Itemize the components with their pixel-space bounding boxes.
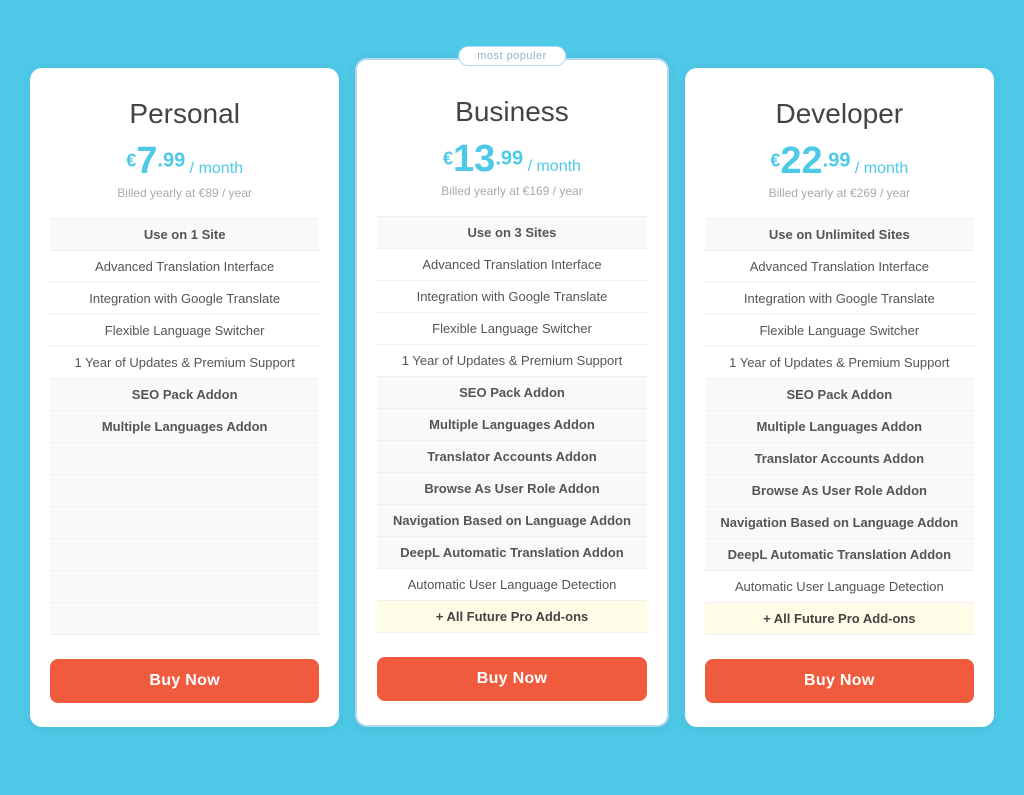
feature-item: Integration with Google Translate (705, 283, 974, 315)
buy-button-personal[interactable]: Buy Now (50, 659, 319, 703)
feature-item: SEO Pack Addon (705, 379, 974, 411)
price-period: / month (185, 160, 243, 177)
price-decimal: .99 (157, 150, 185, 172)
feature-item: Automatic User Language Detection (705, 571, 974, 603)
feature-item: Translator Accounts Addon (705, 443, 974, 475)
feature-item: Browse As User Role Addon (377, 473, 646, 505)
feature-item: Advanced Translation Interface (705, 251, 974, 283)
feature-item: Flexible Language Switcher (705, 315, 974, 347)
features-list-developer: Use on Unlimited SitesAdvanced Translati… (705, 218, 974, 635)
feature-item: Advanced Translation Interface (50, 251, 319, 283)
price-decimal: .99 (823, 150, 851, 172)
price-currency: € (443, 149, 453, 169)
plan-title-personal: Personal (50, 98, 319, 130)
feature-item: Navigation Based on Language Addon (705, 507, 974, 539)
feature-item: DeepL Automatic Translation Addon (377, 537, 646, 569)
billed-yearly-developer: Billed yearly at €269 / year (705, 186, 974, 200)
plan-title-business: Business (377, 96, 646, 128)
feature-item: 1 Year of Updates & Premium Support (377, 345, 646, 377)
feature-item: 1 Year of Updates & Premium Support (705, 347, 974, 379)
buy-button-developer[interactable]: Buy Now (705, 659, 974, 703)
features-list-business: Use on 3 SitesAdvanced Translation Inter… (377, 216, 646, 633)
feature-item (50, 443, 319, 475)
feature-item (50, 603, 319, 635)
billed-yearly-business: Billed yearly at €169 / year (377, 184, 646, 198)
pricing-card-developer: Developer €22.99 / month Billed yearly at … (685, 68, 994, 727)
feature-item: Flexible Language Switcher (50, 315, 319, 347)
feature-item: 1 Year of Updates & Premium Support (50, 347, 319, 379)
price-main: 7 (136, 140, 157, 182)
pricing-container: Personal€7.99 / monthBilled yearly at €8… (22, 68, 1002, 727)
feature-item (50, 507, 319, 539)
feature-item (50, 571, 319, 603)
feature-item (50, 539, 319, 571)
feature-item: Multiple Languages Addon (377, 409, 646, 441)
price-row-personal: €7.99 / month (50, 142, 319, 180)
feature-item: Integration with Google Translate (377, 281, 646, 313)
feature-item: Integration with Google Translate (50, 283, 319, 315)
price-period: / month (850, 160, 908, 177)
price-period: / month (523, 158, 581, 175)
pricing-card-personal: Personal €7.99 / month Billed yearly at €8… (30, 68, 339, 727)
feature-item: SEO Pack Addon (377, 377, 646, 409)
feature-item: Navigation Based on Language Addon (377, 505, 646, 537)
features-list-personal: Use on 1 SiteAdvanced Translation Interf… (50, 218, 319, 635)
buy-button-business[interactable]: Buy Now (377, 657, 646, 701)
feature-item: SEO Pack Addon (50, 379, 319, 411)
most-popular-badge: most populer (458, 46, 566, 66)
feature-item: Flexible Language Switcher (377, 313, 646, 345)
plan-title-developer: Developer (705, 98, 974, 130)
pricing-card-business: most populerBusiness€13.99 / monthBilled… (355, 58, 668, 727)
feature-item: + All Future Pro Add-ons (377, 601, 646, 633)
feature-item: Advanced Translation Interface (377, 249, 646, 281)
feature-item: Automatic User Language Detection (377, 569, 646, 601)
feature-item: DeepL Automatic Translation Addon (705, 539, 974, 571)
feature-item: Multiple Languages Addon (50, 411, 319, 443)
billed-yearly-personal: Billed yearly at €89 / year (50, 186, 319, 200)
feature-item: Translator Accounts Addon (377, 441, 646, 473)
price-row-developer: €22.99 / month (705, 142, 974, 180)
price-main: 22 (780, 140, 822, 182)
feature-item: Multiple Languages Addon (705, 411, 974, 443)
feature-item (50, 475, 319, 507)
price-decimal: .99 (495, 148, 523, 170)
price-row-business: €13.99 / month (377, 140, 646, 178)
feature-item: + All Future Pro Add-ons (705, 603, 974, 635)
feature-item: Use on Unlimited Sites (705, 218, 974, 251)
feature-item: Use on 3 Sites (377, 216, 646, 249)
feature-item: Use on 1 Site (50, 218, 319, 251)
price-main: 13 (453, 138, 495, 180)
feature-item: Browse As User Role Addon (705, 475, 974, 507)
price-currency: € (770, 151, 780, 171)
price-currency: € (126, 151, 136, 171)
